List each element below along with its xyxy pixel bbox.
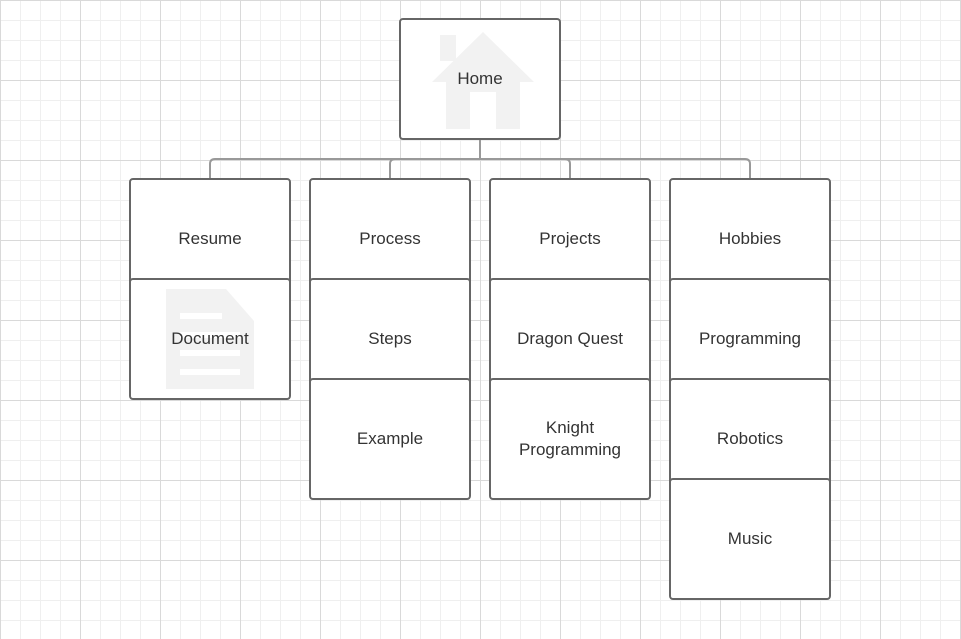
robotics-label: Robotics xyxy=(716,429,784,448)
music-label: Music xyxy=(727,529,773,548)
steps-label: Steps xyxy=(368,329,412,348)
connector-horizontal-bus xyxy=(209,158,751,179)
resume-label: Resume xyxy=(178,229,242,248)
process-label: Process xyxy=(359,229,421,248)
music-node[interactable]: Music xyxy=(669,478,831,600)
example-node[interactable]: Example xyxy=(309,378,471,500)
knight-programming-node[interactable]: Knight Programming xyxy=(489,378,651,500)
programming-label: Programming xyxy=(698,329,802,348)
home-label: Home xyxy=(457,69,503,88)
projects-label: Projects xyxy=(539,229,601,248)
connector-to-projects xyxy=(564,158,571,179)
connector-to-process xyxy=(389,158,396,179)
sitemap-diagram: Home Resume Document Process Steps Examp… xyxy=(0,0,961,639)
knight-programming-label: Knight Programming xyxy=(518,418,622,459)
document-node[interactable]: Document xyxy=(129,278,291,400)
example-label: Example xyxy=(356,429,424,448)
dragon-quest-label: Dragon Quest xyxy=(517,329,623,348)
hobbies-label: Hobbies xyxy=(718,229,782,248)
document-label: Document xyxy=(171,329,249,348)
home-node[interactable]: Home xyxy=(399,18,561,140)
